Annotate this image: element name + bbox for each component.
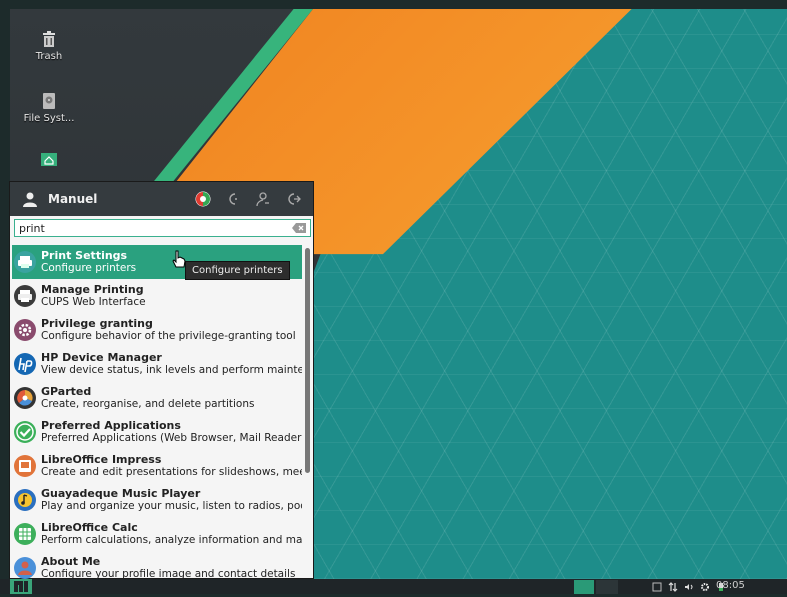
item-title: LibreOffice Impress <box>41 454 162 466</box>
gear-icon <box>14 319 36 341</box>
list-item-libreoffice-impress[interactable]: LibreOffice Impress Create and edit pres… <box>12 449 302 483</box>
trash-icon <box>43 31 55 47</box>
desktop-icon-trash[interactable]: Trash <box>14 30 84 62</box>
list-item-guayadeque[interactable]: Guayadeque Music Player Play and organiz… <box>12 483 302 517</box>
clear-search-icon[interactable] <box>291 222 307 234</box>
desktop-icon-filesystem[interactable]: File Syst... <box>14 92 84 124</box>
hand-cursor-icon <box>172 250 186 268</box>
menu-launcher-button[interactable] <box>10 579 32 594</box>
desktop-icon-home[interactable] <box>14 150 84 171</box>
tooltip: Configure printers <box>185 261 290 280</box>
clipboard-icon[interactable] <box>652 582 662 592</box>
item-description: Create, reorganise, and delete partition… <box>41 398 255 410</box>
item-description: Configure printers <box>41 262 137 274</box>
item-description: Play and organize your music, listen to … <box>41 500 302 512</box>
manjaro-logo-icon <box>14 581 28 592</box>
search-field[interactable] <box>14 219 311 237</box>
calc-icon <box>14 523 36 545</box>
item-description: CUPS Web Interface <box>41 296 146 308</box>
item-title: About Me <box>41 556 101 568</box>
taskbar: 08:05 <box>0 579 787 594</box>
impress-icon <box>14 455 36 477</box>
clock[interactable]: 08:05 <box>716 580 745 591</box>
user-icon <box>23 192 37 207</box>
settings-icon[interactable] <box>700 582 710 592</box>
list-item-manage-printing[interactable]: Manage Printing CUPS Web Interface <box>12 279 302 313</box>
item-title: Preferred Applications <box>41 420 181 432</box>
list-item-preferred-applications[interactable]: Preferred Applications Preferred Applica… <box>12 415 302 449</box>
hp-icon <box>14 353 36 375</box>
settings-toggle-icon[interactable] <box>195 191 211 207</box>
item-title: Print Settings <box>41 250 128 262</box>
list-item-privilege-granting[interactable]: Privilege granting Configure behavior of… <box>12 313 302 347</box>
list-item-libreoffice-calc[interactable]: LibreOffice Calc Perform calculations, a… <box>12 517 302 551</box>
item-title: GParted <box>41 386 92 398</box>
results-list: Print Settings Configure printers Manage… <box>12 245 302 585</box>
logout-icon[interactable] <box>285 191 301 207</box>
list-item-hp-device-manager[interactable]: HP Device Manager View device status, in… <box>12 347 302 381</box>
lock-screen-icon[interactable] <box>225 191 241 207</box>
network-icon[interactable] <box>668 582 678 592</box>
music-player-icon <box>14 489 36 511</box>
system-tray <box>652 580 726 594</box>
item-description: Preferred Applications (Web Browser, Mai… <box>41 432 302 444</box>
application-menu: Manuel print Print Settings Configure pr… <box>9 181 314 580</box>
item-description: Perform calculations, analyze informatio… <box>41 534 302 546</box>
printer-icon <box>14 285 36 307</box>
list-item-gparted[interactable]: GParted Create, reorganise, and delete p… <box>12 381 302 415</box>
volume-icon[interactable] <box>684 582 694 592</box>
workspace-1[interactable] <box>574 580 594 594</box>
home-folder-icon <box>41 153 57 166</box>
item-title: Manage Printing <box>41 284 144 296</box>
item-description: Create and edit presentations for slides… <box>41 466 302 478</box>
results-scrollbar[interactable] <box>305 248 310 473</box>
user-name: Manuel <box>48 192 98 206</box>
item-title: Privilege granting <box>41 318 153 330</box>
printer-settings-icon <box>14 251 36 273</box>
switch-user-icon[interactable] <box>255 191 271 207</box>
item-description: View device status, ink levels and perfo… <box>41 364 302 376</box>
item-title: Guayadeque Music Player <box>41 488 201 500</box>
item-description: Configure behavior of the privilege-gran… <box>41 330 296 342</box>
menu-header: Manuel <box>10 182 313 216</box>
check-icon <box>14 421 36 443</box>
gparted-icon <box>14 387 36 409</box>
workspace-2[interactable] <box>596 580 618 594</box>
user-card-icon <box>14 557 36 579</box>
search-input[interactable] <box>15 221 291 235</box>
item-title: HP Device Manager <box>41 352 162 364</box>
drive-icon <box>43 93 55 109</box>
item-title: LibreOffice Calc <box>41 522 138 534</box>
